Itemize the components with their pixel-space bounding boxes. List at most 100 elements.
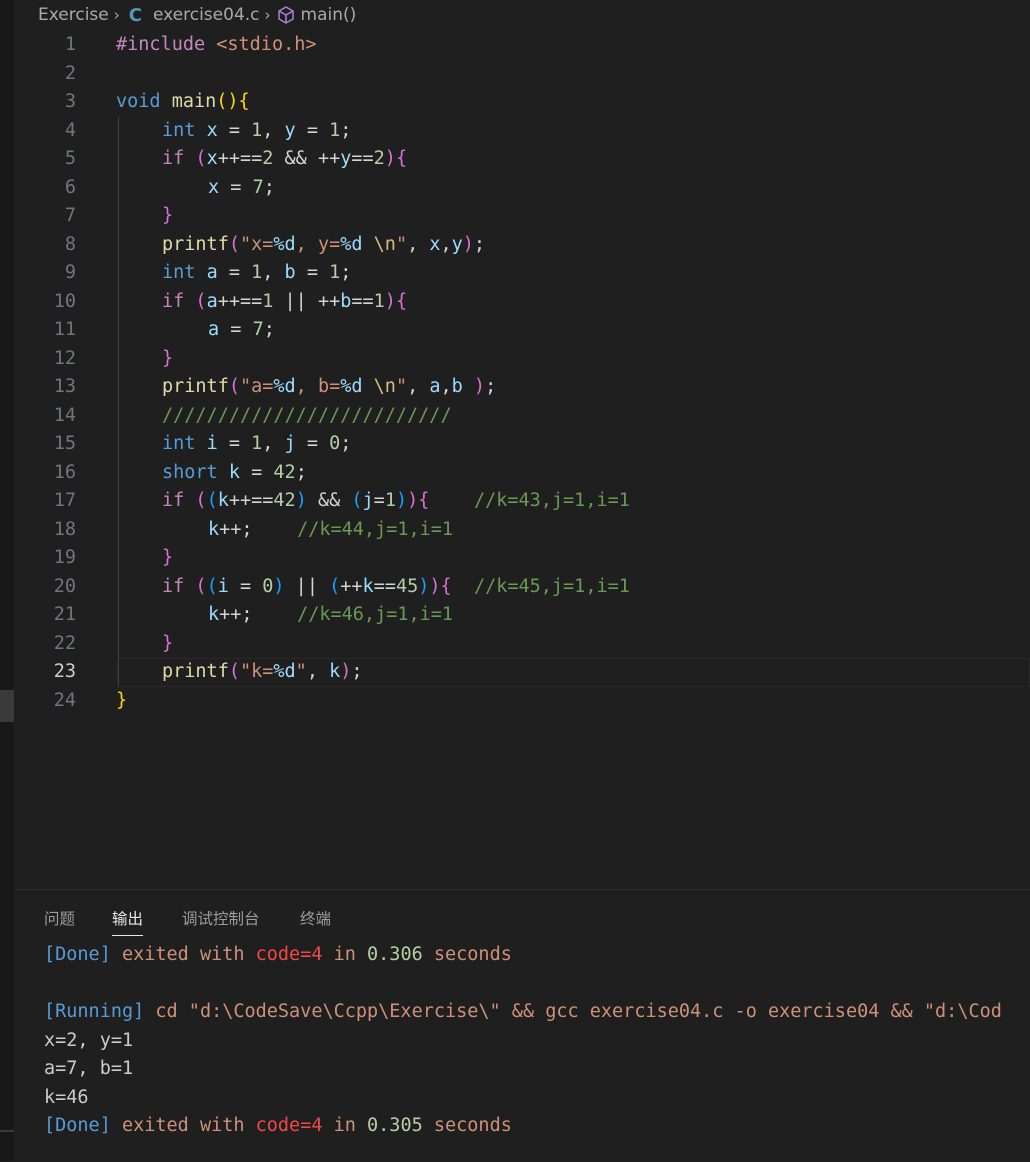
code-token: =	[295, 119, 330, 141]
line-number: 1	[64, 34, 76, 55]
indent-guide	[118, 316, 119, 345]
output-token: in	[333, 944, 356, 965]
line-number: 6	[64, 176, 76, 198]
tab-0[interactable]: 问题	[44, 907, 75, 935]
code-line[interactable]: 14 //////////////////////////	[14, 401, 1030, 431]
code-token: (	[329, 575, 341, 597]
tab-3[interactable]: 终端	[300, 907, 331, 935]
code-line[interactable]: 4 int x = 1, y = 1;	[14, 116, 1030, 145]
scroll-marker	[0, 690, 14, 722]
code-text: printf("a=%d, b=%d \n", a,b );	[116, 373, 496, 402]
code-line[interactable]: 23 printf("k=%d", k);	[14, 658, 1030, 687]
code-line[interactable]: 7}	[14, 202, 1030, 231]
code-token: "	[395, 376, 408, 397]
breadcrumb-file[interactable]: exercise04.c	[153, 5, 260, 25]
indent-guide	[118, 401, 119, 430]
code-token: =	[217, 262, 252, 283]
code-token: ;	[340, 262, 352, 283]
code-token: //k=45,j=1,i=1	[473, 575, 630, 597]
code-line[interactable]: 13 printf("a=%d, b=%d \n", a,b );	[14, 373, 1030, 402]
code-token: if	[162, 490, 185, 511]
indent-guide	[118, 373, 119, 402]
indent-guide	[118, 287, 119, 316]
output-token	[356, 944, 367, 965]
code-text: if ((k++==42) && (j=1)){ //k=43,j=1,i=1	[116, 487, 630, 516]
output-token: with	[199, 944, 245, 965]
breadcrumb-symbol[interactable]: main()	[301, 5, 357, 25]
line-number: 11	[53, 319, 76, 340]
code-line[interactable]: 24}	[14, 687, 1030, 716]
code-token: 1	[251, 119, 263, 141]
code-editor[interactable]: 1 #include <stdio.h> 2 3 void main(){4 int x …	[14, 31, 1030, 889]
output-token: code=4	[255, 944, 323, 965]
code-token: y	[340, 148, 352, 169]
code-line[interactable]: 19}	[14, 544, 1030, 573]
code-token: =	[217, 119, 252, 141]
code-line[interactable]: 9 int a = 1, b = 1;	[14, 259, 1030, 288]
code-line[interactable]: 12}	[14, 344, 1030, 373]
output-token: seconds	[433, 944, 512, 965]
line-number: 4	[64, 119, 76, 141]
code-line[interactable]: 15 int i = 1, j = 0;	[14, 430, 1030, 459]
line-number: 21	[53, 604, 76, 625]
code-token: int	[162, 119, 196, 141]
code-token: ,	[407, 233, 430, 255]
code-token: %d	[273, 661, 296, 682]
code-text: if (x++==2 && ++y==2){	[116, 145, 407, 174]
panel-scroll-marker	[0, 1130, 14, 1132]
code-token: printf	[162, 376, 229, 397]
output-line: x=2, y=1	[44, 1027, 133, 1056]
code-text: x = 7;	[116, 174, 275, 203]
code-line[interactable]: 17 if ((k++==42) && (j=1)){ //k=43,j=1,i=…	[14, 487, 1030, 516]
indent-guide	[118, 458, 119, 487]
code-token: %d	[273, 233, 296, 255]
code-line[interactable]: 21 k++; //k=46,j=1,i=1	[14, 601, 1030, 630]
code-token: ++;	[219, 604, 298, 625]
code-token: (	[351, 490, 363, 511]
code-token: ,	[407, 376, 430, 397]
code-line[interactable]: 3 void main(){	[14, 88, 1030, 117]
code-token: )	[340, 661, 352, 682]
tab-1[interactable]: 输出	[112, 907, 144, 936]
code-token: ==	[351, 148, 374, 169]
code-text: //////////////////////////	[116, 402, 452, 431]
tab-2[interactable]: 调试控制台	[182, 907, 260, 935]
code-line[interactable]: 16 short k = 42;	[14, 458, 1030, 487]
code-text: k++; //k=44,j=1,i=1	[116, 516, 453, 545]
code-token: ++	[340, 575, 363, 597]
indent-guide	[118, 202, 119, 231]
code-token: i	[217, 575, 229, 597]
output-token: [Done]	[44, 1115, 111, 1136]
code-text: }	[116, 544, 173, 573]
code-text: if (a++==1 || ++b==1){	[116, 288, 407, 317]
code-token: ;	[473, 233, 486, 255]
output-token: x=2, y=1	[44, 1029, 134, 1051]
code-line[interactable]: 18 k++; //k=44,j=1,i=1	[14, 515, 1030, 545]
indent-guide	[118, 116, 119, 145]
code-line[interactable]: 20 if ((i = 0) || (++k==45)){ //k=45,j=1,…	[14, 572, 1030, 601]
breadcrumb-folder[interactable]: Exercise	[38, 5, 109, 25]
code-line[interactable]: 8 printf("x=%d, y=%d \n", x,y);	[14, 230, 1030, 259]
code-token: "a=	[239, 376, 274, 397]
code-line[interactable]: 2	[14, 60, 1030, 89]
code-token: 45	[395, 575, 419, 597]
code-token: )	[473, 376, 486, 397]
code-line[interactable]: 11 a = 7;	[14, 316, 1030, 345]
code-line[interactable]: 10 if (a++==1 || ++b==1){	[14, 287, 1030, 317]
output-token	[423, 1115, 434, 1136]
code-token: a	[206, 262, 218, 283]
output-line: a=7, b=1	[44, 1055, 133, 1084]
code-line[interactable]: 5 if (x++==2 && ++y==2){	[14, 145, 1030, 174]
code-token: || ++	[273, 290, 341, 312]
code-token: )	[429, 575, 441, 597]
line-number: 24	[53, 689, 76, 711]
code-line[interactable]: 22}	[14, 629, 1030, 658]
code-line[interactable]: 1 #include <stdio.h>	[14, 31, 1030, 60]
code-line[interactable]: 6 x = 7;	[14, 173, 1030, 203]
code-token: 1	[251, 433, 263, 454]
code-token: )	[418, 575, 430, 597]
